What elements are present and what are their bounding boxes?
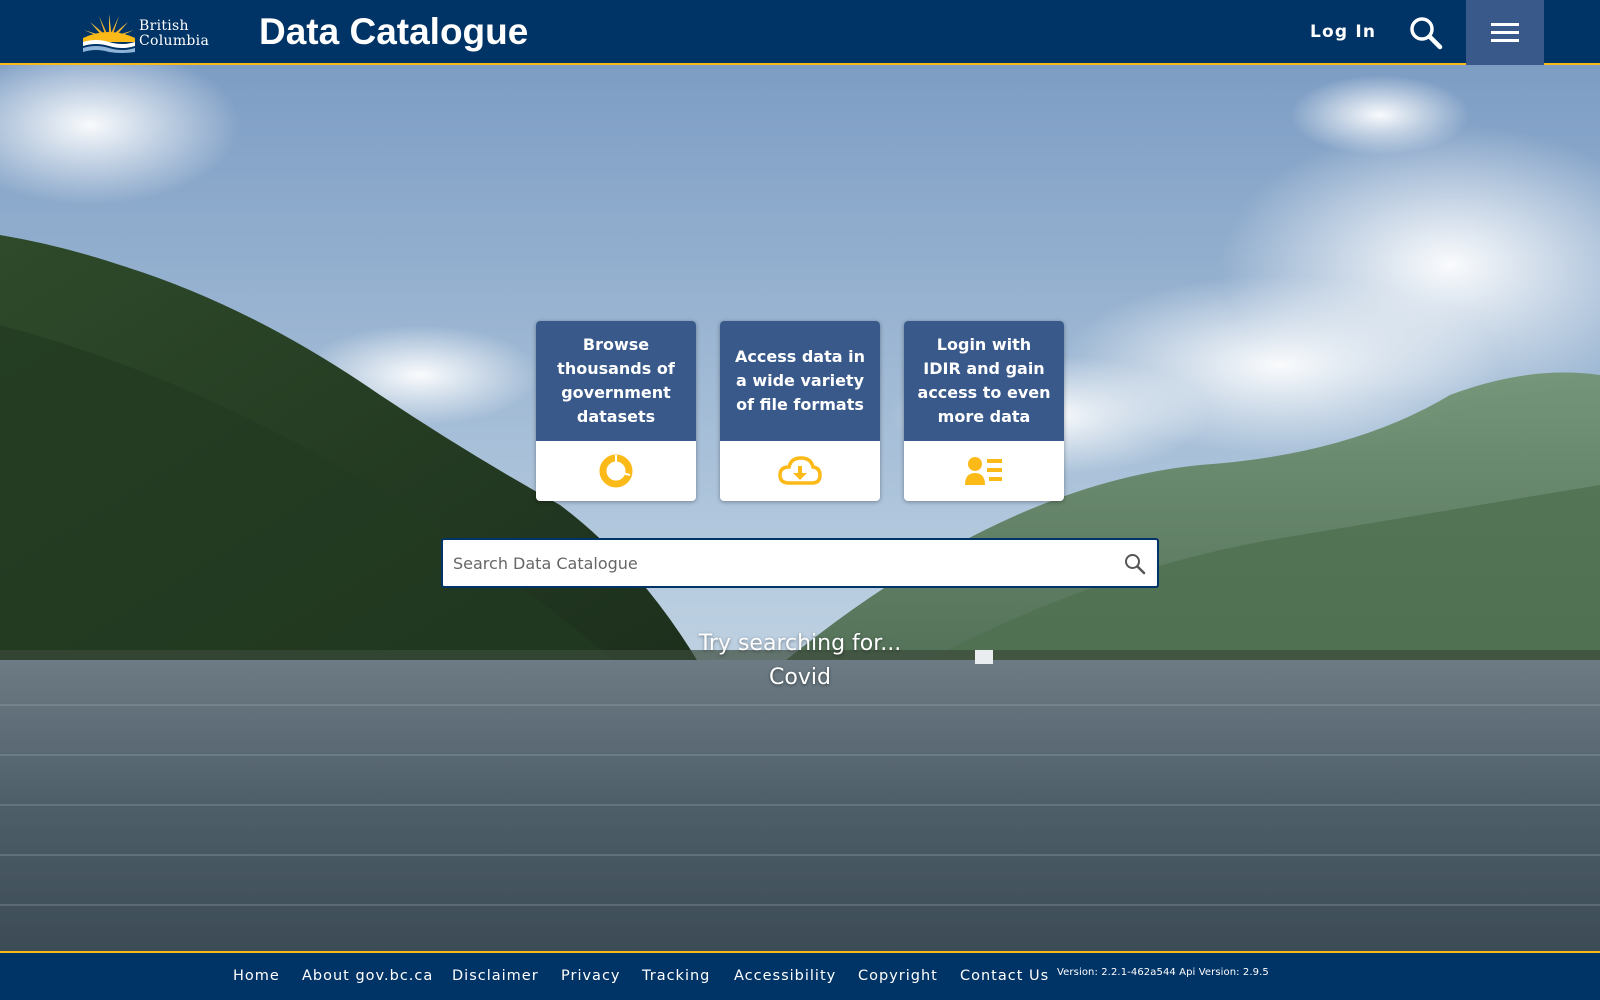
hero-background-image xyxy=(0,65,1600,951)
search-box xyxy=(441,538,1159,588)
footer-link-accessibility[interactable]: Accessibility xyxy=(734,968,836,984)
bc-sun-logo-icon xyxy=(83,14,135,53)
feature-card-browse[interactable]: Browse thousands of government datasets xyxy=(536,321,696,501)
logo-text: British Columbia xyxy=(139,19,209,49)
cloud-download-icon xyxy=(778,456,822,485)
footer-link-about[interactable]: About gov.bc.ca xyxy=(302,968,433,984)
search-submit-button[interactable] xyxy=(1123,552,1147,576)
feature-card-formats[interactable]: Access data in a wide variety of file fo… xyxy=(720,321,880,501)
version-info: Version: 2.2.1-462a544 Api Version: 2.9.… xyxy=(1057,967,1269,978)
hamburger-menu-icon xyxy=(1491,18,1519,47)
footer-link-privacy[interactable]: Privacy xyxy=(561,968,621,984)
search-suggestions: Try searching for... Covid xyxy=(0,627,1600,695)
menu-button[interactable] xyxy=(1466,0,1544,65)
footer-link-contact[interactable]: Contact Us xyxy=(960,968,1049,984)
login-button[interactable]: Log In xyxy=(1310,22,1376,42)
search-input[interactable] xyxy=(453,540,1093,586)
suggestions-heading: Try searching for... xyxy=(698,631,902,656)
footer-link-home[interactable]: Home xyxy=(233,968,280,984)
page-title: Data Catalogue xyxy=(259,11,529,52)
bc-gov-logo[interactable]: British Columbia xyxy=(81,12,226,54)
feature-card-text: Login with IDIR and gain access to even … xyxy=(904,321,1064,441)
header-search-button[interactable] xyxy=(1408,15,1444,51)
header-bar: British Columbia Data Catalogue Log In xyxy=(0,0,1600,65)
donut-chart-icon xyxy=(599,454,633,488)
user-list-icon xyxy=(965,457,1002,485)
feature-card-idir[interactable]: Login with IDIR and gain access to even … xyxy=(904,321,1064,501)
search-icon xyxy=(1125,554,1146,575)
logo-line-2: Columbia xyxy=(139,33,210,49)
footer-link-disclaimer[interactable]: Disclaimer xyxy=(452,968,539,984)
feature-card-text: Access data in a wide variety of file fo… xyxy=(720,321,880,441)
footer-link-copyright[interactable]: Copyright xyxy=(858,968,938,984)
footer-bar: Home About gov.bc.ca Disclaimer Privacy … xyxy=(0,951,1600,1000)
suggestion-link[interactable]: Covid xyxy=(0,661,1600,695)
footer-link-tracking[interactable]: Tracking xyxy=(642,968,710,984)
feature-card-text: Browse thousands of government datasets xyxy=(536,321,696,441)
search-icon xyxy=(1410,17,1443,50)
logo-line-1: British xyxy=(139,18,189,34)
